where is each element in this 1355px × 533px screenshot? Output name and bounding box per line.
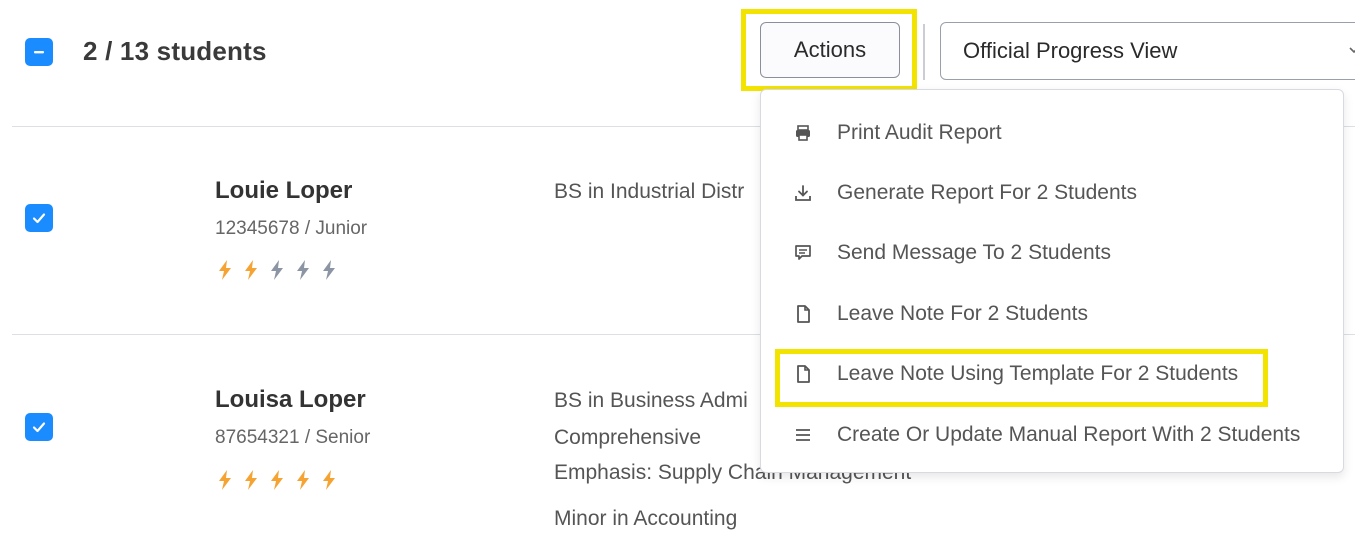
student-id-level: 12345678 / Junior <box>215 218 368 239</box>
bolt-icon <box>271 470 283 490</box>
bolt-icon <box>219 470 231 490</box>
view-select-value: Official Progress View <box>963 38 1178 63</box>
student-checkbox[interactable] <box>25 413 53 441</box>
chevron-down-icon <box>1349 47 1355 54</box>
bolt-icon <box>271 260 283 280</box>
student-rating <box>215 259 339 281</box>
bolt-icon <box>245 470 257 490</box>
menu-item-leave-note[interactable]: Leave Note For 2 Students <box>761 288 1343 340</box>
menu-item-highlight-box <box>775 349 1268 407</box>
student-name[interactable]: Louie Loper <box>215 177 352 205</box>
menu-item-manual-report[interactable]: Create Or Update Manual Report With 2 St… <box>761 409 1343 461</box>
check-icon <box>32 422 46 433</box>
select-all-checkbox[interactable] <box>25 38 53 66</box>
program-line: Minor in Accounting <box>554 507 738 530</box>
indeterminate-icon <box>34 51 44 54</box>
list-icon <box>796 429 810 441</box>
header-divider <box>923 24 925 80</box>
bolt-icon <box>297 470 309 490</box>
student-name[interactable]: Louisa Loper <box>215 386 366 414</box>
view-select[interactable]: Official Progress View <box>940 22 1355 80</box>
program-line: Comprehensive <box>554 426 702 449</box>
student-checkbox[interactable] <box>25 204 53 232</box>
student-id-level: 87654321 / Senior <box>215 427 371 448</box>
menu-item-print-audit-report[interactable]: Print Audit Report <box>761 107 1343 159</box>
bolt-icon <box>297 260 309 280</box>
bolt-icon <box>323 470 335 490</box>
check-icon <box>32 213 46 224</box>
menu-item-send-message[interactable]: Send Message To 2 Students <box>761 227 1343 279</box>
menu-item-generate-report[interactable]: Generate Report For 2 Students <box>761 167 1343 219</box>
bolt-icon <box>245 260 257 280</box>
download-icon <box>795 185 811 201</box>
selection-count: 2 / 13 students <box>83 36 267 66</box>
bolt-icon <box>323 260 335 280</box>
actions-menu: Print Audit Report Generate Report For 2… <box>760 89 1344 473</box>
student-list-page: 2 / 13 students Actions Official Progres… <box>0 0 1355 533</box>
message-icon <box>795 245 811 260</box>
printer-icon <box>796 125 810 141</box>
bolt-icon <box>219 260 231 280</box>
program-line: BS in Business Admi <box>554 389 748 412</box>
actions-highlight-box <box>741 9 917 91</box>
note-icon <box>797 305 810 323</box>
program-line: BS in Industrial Distr <box>554 180 745 203</box>
student-rating <box>215 469 339 491</box>
